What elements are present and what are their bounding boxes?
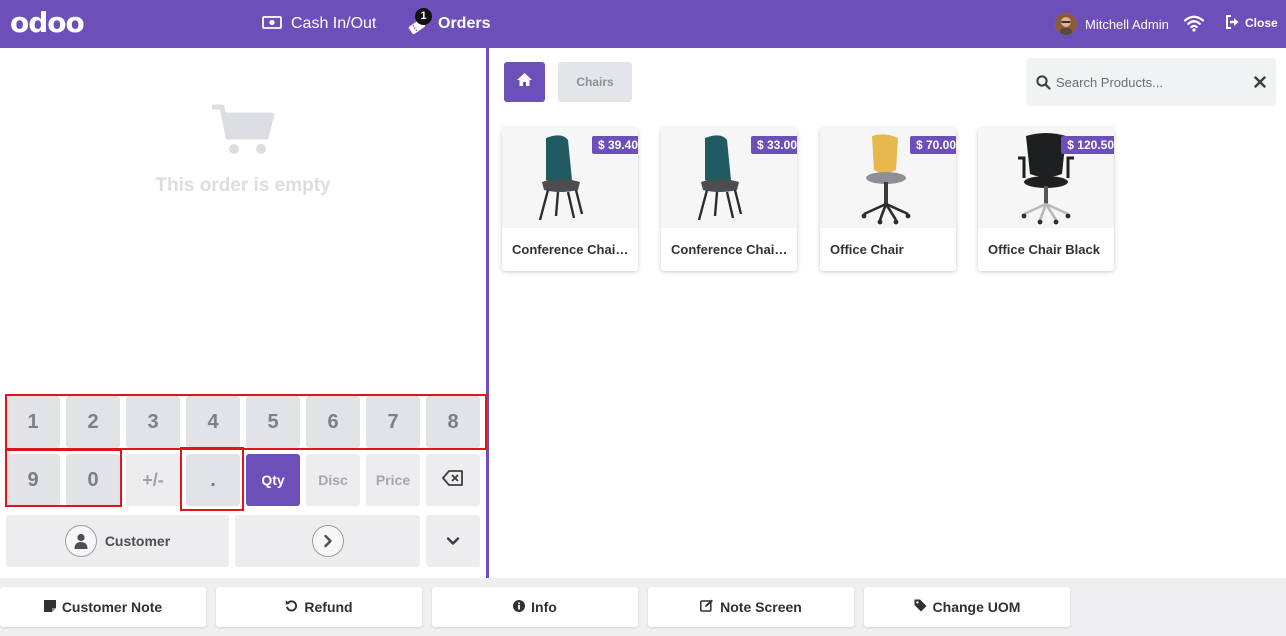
customer-note-button[interactable]: Customer Note	[0, 587, 206, 627]
refund-button[interactable]: Refund	[216, 587, 422, 627]
edit-icon	[700, 599, 714, 615]
search-icon	[1036, 75, 1051, 90]
orders-button[interactable]: 1 Orders	[405, 8, 491, 36]
customer-button[interactable]: Customer	[6, 515, 229, 567]
wifi-icon[interactable]	[1183, 14, 1205, 32]
product-price-badge: $ 39.40	[591, 136, 638, 154]
action-bar: Customer Note Refund Info Note Screen Ch…	[0, 578, 1286, 636]
price-mode-button[interactable]: Price	[366, 454, 420, 506]
note-icon	[43, 599, 56, 615]
product-name: Office Chair	[830, 242, 904, 257]
sign-out-icon	[1225, 14, 1240, 32]
orders-label: Orders	[438, 15, 491, 32]
product-name: Conference Chair (Steel)	[512, 242, 632, 257]
cash-in-out-label: Cash In/Out	[291, 15, 377, 32]
product-card[interactable]: $ 39.40 Conference Chair (Steel)	[502, 128, 638, 271]
pane-divider	[486, 48, 489, 578]
numpad-key-8[interactable]: 8	[426, 396, 480, 448]
plus-minus-key[interactable]: +/-	[126, 454, 180, 506]
orders-count-badge: 1	[415, 8, 432, 25]
customer-label: Customer	[104, 533, 171, 549]
chevron-right-icon	[311, 525, 344, 557]
info-icon	[513, 599, 526, 615]
decimal-point-key[interactable]: .	[186, 454, 240, 506]
numpad-key-0[interactable]: 0	[66, 454, 120, 506]
discount-mode-button[interactable]: Disc	[306, 454, 360, 506]
customer-note-label: Customer Note	[61, 599, 163, 615]
numpad-key-7[interactable]: 7	[366, 396, 420, 448]
product-card[interactable]: $ 120.50 Office Chair Black	[978, 128, 1114, 271]
product-name: Office Chair Black	[988, 242, 1100, 257]
home-icon	[516, 72, 533, 92]
numpad-key-6[interactable]: 6	[306, 396, 360, 448]
odoo-logo: odoo	[10, 6, 85, 39]
product-card[interactable]: $ 70.00 Office Chair	[820, 128, 956, 271]
close-label: Close	[1245, 16, 1278, 30]
empty-order-message: This order is empty	[155, 175, 331, 196]
ticket-icon: 1	[405, 8, 432, 36]
info-button[interactable]: Info	[432, 587, 638, 627]
backspace-button[interactable]	[426, 454, 480, 506]
numpad-key-9[interactable]: 9	[6, 454, 60, 506]
product-card[interactable]: $ 33.00 Conference Chair (Aluminium)	[661, 128, 797, 271]
note-screen-label: Note Screen	[720, 599, 802, 615]
cash-icon	[262, 14, 282, 35]
search-input[interactable]	[1056, 70, 1246, 94]
numpad-key-1[interactable]: 1	[6, 396, 60, 448]
note-screen-button[interactable]: Note Screen	[648, 587, 854, 627]
numpad-key-2[interactable]: 2	[66, 396, 120, 448]
clear-search-icon[interactable]	[1254, 75, 1266, 88]
change-uom-label: Change UOM	[932, 599, 1021, 615]
numpad-key-5[interactable]: 5	[246, 396, 300, 448]
top-bar: odoo Cash In/Out 1 Orders Mitchell Admin	[0, 0, 1286, 48]
qty-mode-button[interactable]: Qty	[246, 454, 300, 506]
payment-button[interactable]	[235, 515, 420, 567]
category-chairs-button[interactable]: Chairs	[558, 62, 632, 102]
backspace-icon	[442, 470, 464, 490]
shopping-cart-icon	[210, 103, 276, 157]
user-name: Mitchell Admin	[1085, 16, 1169, 32]
change-uom-button[interactable]: Change UOM	[864, 587, 1070, 627]
product-name: Conference Chair (Aluminium)	[671, 242, 791, 257]
product-search-box	[1026, 58, 1276, 106]
more-options-button[interactable]	[426, 515, 480, 567]
product-price-badge: $ 33.00	[750, 136, 797, 154]
tag-icon	[914, 599, 927, 615]
info-label: Info	[531, 599, 557, 615]
user-menu[interactable]: Mitchell Admin	[1055, 12, 1169, 36]
user-icon	[64, 525, 97, 557]
refund-label: Refund	[304, 599, 353, 615]
cash-in-out-button[interactable]: Cash In/Out	[262, 12, 376, 36]
home-category-button[interactable]	[504, 62, 545, 102]
product-price-badge: $ 70.00	[909, 136, 956, 154]
undo-icon	[285, 599, 298, 615]
product-price-badge: $ 120.50	[1061, 136, 1114, 154]
numpad-key-4[interactable]: 4	[186, 396, 240, 448]
close-button[interactable]: Close	[1225, 14, 1278, 32]
chevron-down-icon	[446, 533, 460, 549]
numpad-key-3[interactable]: 3	[126, 396, 180, 448]
avatar	[1055, 13, 1077, 35]
pos-screen: odoo Cash In/Out 1 Orders Mitchell Admin	[0, 0, 1286, 636]
